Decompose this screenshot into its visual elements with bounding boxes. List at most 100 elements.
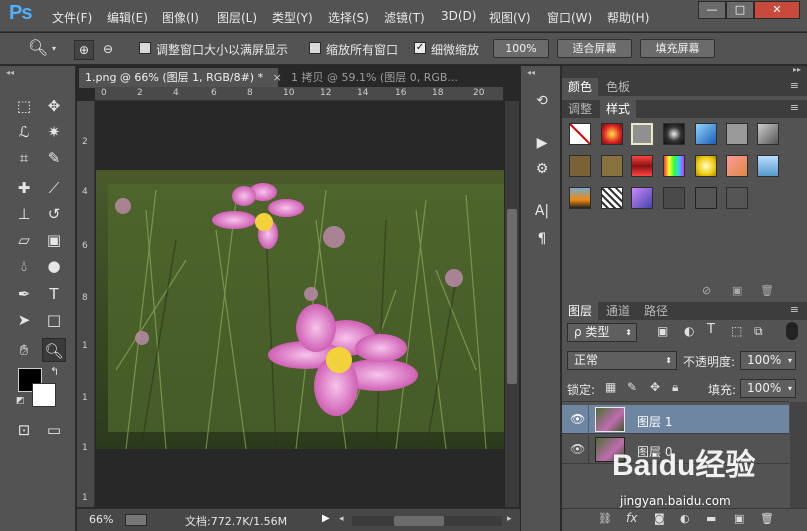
zoom-in-icon[interactable]: ⊕ <box>74 40 94 60</box>
filter-type-icon[interactable]: T <box>707 322 715 337</box>
paragraph-panel-icon[interactable]: ¶ <box>529 228 555 250</box>
collapse-toolbox-icon[interactable]: ◂◂ <box>6 68 14 77</box>
actions-panel-icon[interactable]: ▶ <box>529 132 555 154</box>
panel-menu-icon[interactable]: ≡ <box>790 303 799 316</box>
style-swatch[interactable] <box>663 155 685 177</box>
lock-image-icon[interactable]: ✎ <box>627 380 637 394</box>
style-swatch[interactable] <box>757 155 779 177</box>
menu-select[interactable]: 选择(S) <box>328 9 369 26</box>
history-panel-icon[interactable]: ⟲ <box>529 90 555 112</box>
menu-help[interactable]: 帮助(H) <box>607 9 649 26</box>
style-swatch[interactable] <box>569 187 591 209</box>
lasso-tool-icon[interactable]: ℒ <box>12 120 36 144</box>
scrubby-zoom-checkbox[interactable]: ✓ <box>414 42 426 54</box>
filter-toggle-icon[interactable] <box>786 322 798 340</box>
tab-adjustments[interactable]: 调整 <box>562 100 599 118</box>
panel-menu-icon[interactable]: ≡ <box>790 79 799 92</box>
brush-tool-icon[interactable]: ⟋ <box>42 176 66 200</box>
minimize-button[interactable]: — <box>698 1 726 19</box>
maximize-button[interactable]: □ <box>726 1 754 19</box>
swap-colors-icon[interactable]: ↰ <box>50 365 59 378</box>
filter-adjustment-icon[interactable]: ◐ <box>684 324 694 338</box>
style-swatch[interactable] <box>601 123 623 145</box>
type-tool-icon[interactable]: T <box>42 282 66 306</box>
resize-windows-checkbox[interactable] <box>139 42 151 54</box>
status-menu-arrow-icon[interactable]: ▶ <box>322 513 330 524</box>
scroll-right-icon[interactable]: ▸ <box>507 514 512 524</box>
style-swatch[interactable] <box>726 123 748 145</box>
gradient-tool-icon[interactable]: ▣ <box>42 228 66 252</box>
tab-layers[interactable]: 图层 <box>562 302 599 320</box>
menu-view[interactable]: 视图(V) <box>489 9 531 26</box>
style-swatch[interactable] <box>569 155 591 177</box>
filter-smart-object-icon[interactable]: ⧉ <box>754 324 763 339</box>
zoom-tool-icon[interactable]: 🔍︎ <box>42 338 66 362</box>
style-swatch[interactable] <box>726 187 748 209</box>
layer-filter-dropdown[interactable]: ρ 类型 ⬍ <box>567 323 637 342</box>
link-layers-icon[interactable]: ⛓ <box>598 512 612 525</box>
collapse-panel-icon[interactable]: ▸▸ <box>793 65 801 74</box>
eraser-tool-icon[interactable]: ▱ <box>12 228 36 252</box>
hand-tool-icon[interactable]: ✋︎ <box>12 338 36 362</box>
close-button[interactable]: ✕ <box>754 1 800 19</box>
opacity-input[interactable]: 100% ▾ <box>740 351 796 370</box>
style-swatch[interactable] <box>663 123 685 145</box>
tab-document-1[interactable]: 1.png @ 66% (图层 1, RGB/8#) * × <box>79 68 282 88</box>
screen-mode-icon[interactable]: ▭ <box>42 418 66 442</box>
tab-color[interactable]: 颜色 <box>562 78 599 96</box>
magic-wand-tool-icon[interactable]: ✷ <box>42 120 66 144</box>
healing-brush-tool-icon[interactable]: ✚ <box>12 176 36 200</box>
lock-position-icon[interactable]: ✥ <box>650 380 660 394</box>
style-swatch[interactable] <box>695 155 717 177</box>
lock-all-icon[interactable]: 🔒︎ <box>672 380 678 395</box>
delete-style-icon[interactable]: 🗑︎ <box>760 284 774 297</box>
zoom-out-icon[interactable]: ⊖ <box>98 40 118 60</box>
tab-channels[interactable]: 通道 <box>600 302 637 320</box>
style-swatch[interactable] <box>695 123 717 145</box>
vertical-scrollbar[interactable] <box>505 101 519 507</box>
visibility-eye-icon[interactable]: 👁︎ <box>570 412 585 426</box>
menu-file[interactable]: 文件(F) <box>52 9 92 26</box>
style-none[interactable] <box>569 123 591 145</box>
horizontal-scrollbar[interactable] <box>352 516 502 526</box>
filter-shape-icon[interactable]: ⬚ <box>731 324 742 338</box>
no-style-icon[interactable]: ⊘ <box>702 284 711 297</box>
crop-tool-icon[interactable]: ⌗ <box>12 146 36 170</box>
eyedropper-tool-icon[interactable]: ✎ <box>42 146 66 170</box>
path-selection-tool-icon[interactable]: ➤ <box>12 308 36 332</box>
style-swatch[interactable] <box>631 155 653 177</box>
style-swatch-selected[interactable] <box>631 123 653 145</box>
rectangle-tool-icon[interactable]: □ <box>42 308 66 332</box>
filter-pixel-icon[interactable]: ▣ <box>657 324 668 338</box>
layer-name[interactable]: 图层 1 <box>637 413 672 430</box>
tab-document-2[interactable]: 1 拷贝 @ 59.1% (图层 0, RGB... <box>285 68 513 88</box>
status-icon[interactable] <box>125 514 147 526</box>
move-tool-icon[interactable]: ✥ <box>42 94 66 118</box>
zoom-level[interactable]: 66% <box>89 513 113 526</box>
tab-styles[interactable]: 样式 <box>600 100 637 118</box>
scroll-left-icon[interactable]: ◂ <box>339 514 344 524</box>
expand-panels-icon[interactable]: ◂◂ <box>527 68 535 77</box>
layer-row-layer-1[interactable]: 👁︎ 图层 1 <box>562 405 789 434</box>
default-colors-icon[interactable]: ◩ <box>16 396 25 406</box>
character-panel-icon[interactable]: A| <box>529 200 555 222</box>
new-style-icon[interactable]: ▣ <box>732 284 742 297</box>
dodge-tool-icon[interactable]: ● <box>42 254 66 278</box>
menu-window[interactable]: 窗口(W) <box>547 9 592 26</box>
style-swatch[interactable] <box>726 155 748 177</box>
clone-stamp-tool-icon[interactable]: ⊥ <box>12 202 36 226</box>
menu-filter[interactable]: 滤镜(T) <box>384 9 425 26</box>
layer-thumbnail[interactable] <box>595 407 625 432</box>
preset-dropdown-arrow-icon[interactable]: ▾ <box>52 44 56 53</box>
style-swatch[interactable] <box>601 187 623 209</box>
tab-close-icon[interactable]: × <box>273 71 282 84</box>
fill-input[interactable]: 100% ▾ <box>740 379 796 398</box>
blend-mode-dropdown[interactable]: 正常 ⬍ <box>567 351 677 370</box>
style-swatch[interactable] <box>631 187 653 209</box>
background-color-swatch[interactable] <box>32 383 56 407</box>
menu-layer[interactable]: 图层(L) <box>217 9 257 26</box>
menu-edit[interactable]: 编辑(E) <box>107 9 148 26</box>
menu-type[interactable]: 类型(Y) <box>272 9 313 26</box>
zoom-all-checkbox[interactable] <box>309 42 321 54</box>
visibility-eye-icon[interactable]: 👁︎ <box>570 442 585 456</box>
